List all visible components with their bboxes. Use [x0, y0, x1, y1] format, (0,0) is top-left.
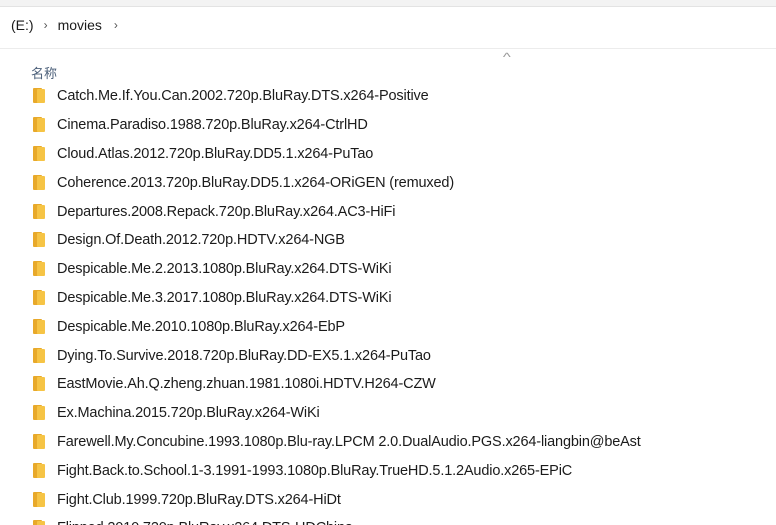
file-name[interactable]: Farewell.My.Concubine.1993.1080p.Blu-ray… — [57, 434, 641, 450]
folder-icon — [33, 376, 45, 392]
file-explorer-window: (E:) › movies › ^ 名称 Catch.Me.If.You.Can… — [0, 0, 776, 525]
file-name[interactable]: Fight.Club.1999.720p.BluRay.DTS.x264-HiD… — [57, 492, 341, 508]
list-item[interactable]: Flipped.2010.720p.BluRay.x264.DTS-HDChin… — [0, 514, 776, 525]
folder-icon — [33, 174, 45, 190]
breadcrumb[interactable]: (E:) › movies › — [9, 13, 126, 37]
list-item[interactable]: Farewell.My.Concubine.1993.1080p.Blu-ray… — [0, 428, 776, 457]
folder-icon — [33, 318, 45, 334]
folder-icon — [33, 347, 45, 363]
chevron-right-icon[interactable]: › — [108, 18, 124, 32]
list-item[interactable]: Despicable.Me.3.2017.1080p.BluRay.x264.D… — [0, 284, 776, 313]
folder-icon — [33, 462, 45, 478]
folder-icon — [33, 520, 45, 525]
breadcrumb-folder-movies[interactable]: movies — [56, 15, 104, 35]
file-name[interactable]: Despicable.Me.3.2017.1080p.BluRay.x264.D… — [57, 290, 392, 306]
file-name[interactable]: Cloud.Atlas.2012.720p.BluRay.DD5.1.x264-… — [57, 146, 373, 162]
file-name[interactable]: Design.Of.Death.2012.720p.HDTV.x264-NGB — [57, 232, 345, 248]
folder-icon — [33, 232, 45, 248]
breadcrumb-drive[interactable]: (E:) — [9, 15, 36, 35]
list-item[interactable]: EastMovie.Ah.Q.zheng.zhuan.1981.1080i.HD… — [0, 370, 776, 399]
list-item[interactable]: Dying.To.Survive.2018.720p.BluRay.DD-EX5… — [0, 341, 776, 370]
folder-icon — [33, 145, 45, 161]
file-name[interactable]: Coherence.2013.720p.BluRay.DD5.1.x264-OR… — [57, 175, 454, 191]
list-item[interactable]: Fight.Back.to.School.1-3.1991-1993.1080p… — [0, 456, 776, 485]
folder-icon — [33, 433, 45, 449]
sort-ascending-icon: ^ — [502, 50, 511, 64]
file-name[interactable]: Cinema.Paradiso.1988.720p.BluRay.x264-Ct… — [57, 117, 368, 133]
list-item[interactable]: Despicable.Me.2.2013.1080p.BluRay.x264.D… — [0, 255, 776, 284]
list-item[interactable]: Cinema.Paradiso.1988.720p.BluRay.x264-Ct… — [0, 111, 776, 140]
list-item[interactable]: Coherence.2013.720p.BluRay.DD5.1.x264-OR… — [0, 168, 776, 197]
folder-icon — [33, 203, 45, 219]
file-name[interactable]: Flipped.2010.720p.BluRay.x264.DTS-HDChin… — [57, 520, 353, 525]
file-name[interactable]: Ex.Machina.2015.720p.BluRay.x264-WiKi — [57, 405, 320, 421]
list-item[interactable]: Catch.Me.If.You.Can.2002.720p.BluRay.DTS… — [0, 82, 776, 111]
folder-icon — [33, 88, 45, 104]
chevron-right-icon[interactable]: › — [38, 18, 54, 32]
folder-icon — [33, 261, 45, 277]
column-header-name[interactable]: 名称 — [31, 63, 57, 82]
list-item[interactable]: Departures.2008.Repack.720p.BluRay.x264.… — [0, 197, 776, 226]
file-name[interactable]: Despicable.Me.2.2013.1080p.BluRay.x264.D… — [57, 261, 392, 277]
file-name[interactable]: Departures.2008.Repack.720p.BluRay.x264.… — [57, 204, 395, 220]
address-bar-divider — [0, 48, 776, 49]
list-item[interactable]: Fight.Club.1999.720p.BluRay.DTS.x264-HiD… — [0, 485, 776, 514]
folder-icon — [33, 491, 45, 507]
list-item[interactable]: Ex.Machina.2015.720p.BluRay.x264-WiKi — [0, 399, 776, 428]
folder-icon — [33, 117, 45, 133]
file-name[interactable]: Despicable.Me.2010.1080p.BluRay.x264-EbP — [57, 319, 345, 335]
folder-icon — [33, 405, 45, 421]
file-name[interactable]: Fight.Back.to.School.1-3.1991-1993.1080p… — [57, 463, 572, 479]
file-list: Catch.Me.If.You.Can.2002.720p.BluRay.DTS… — [0, 82, 776, 525]
folder-icon — [33, 289, 45, 305]
file-name[interactable]: EastMovie.Ah.Q.zheng.zhuan.1981.1080i.HD… — [57, 376, 436, 392]
list-item[interactable]: Design.Of.Death.2012.720p.HDTV.x264-NGB — [0, 226, 776, 255]
list-item[interactable]: Despicable.Me.2010.1080p.BluRay.x264-EbP — [0, 312, 776, 341]
list-item[interactable]: Cloud.Atlas.2012.720p.BluRay.DD5.1.x264-… — [0, 140, 776, 169]
file-name[interactable]: Catch.Me.If.You.Can.2002.720p.BluRay.DTS… — [57, 88, 429, 104]
file-name[interactable]: Dying.To.Survive.2018.720p.BluRay.DD-EX5… — [57, 348, 431, 364]
toolbar-edge — [0, 0, 776, 7]
